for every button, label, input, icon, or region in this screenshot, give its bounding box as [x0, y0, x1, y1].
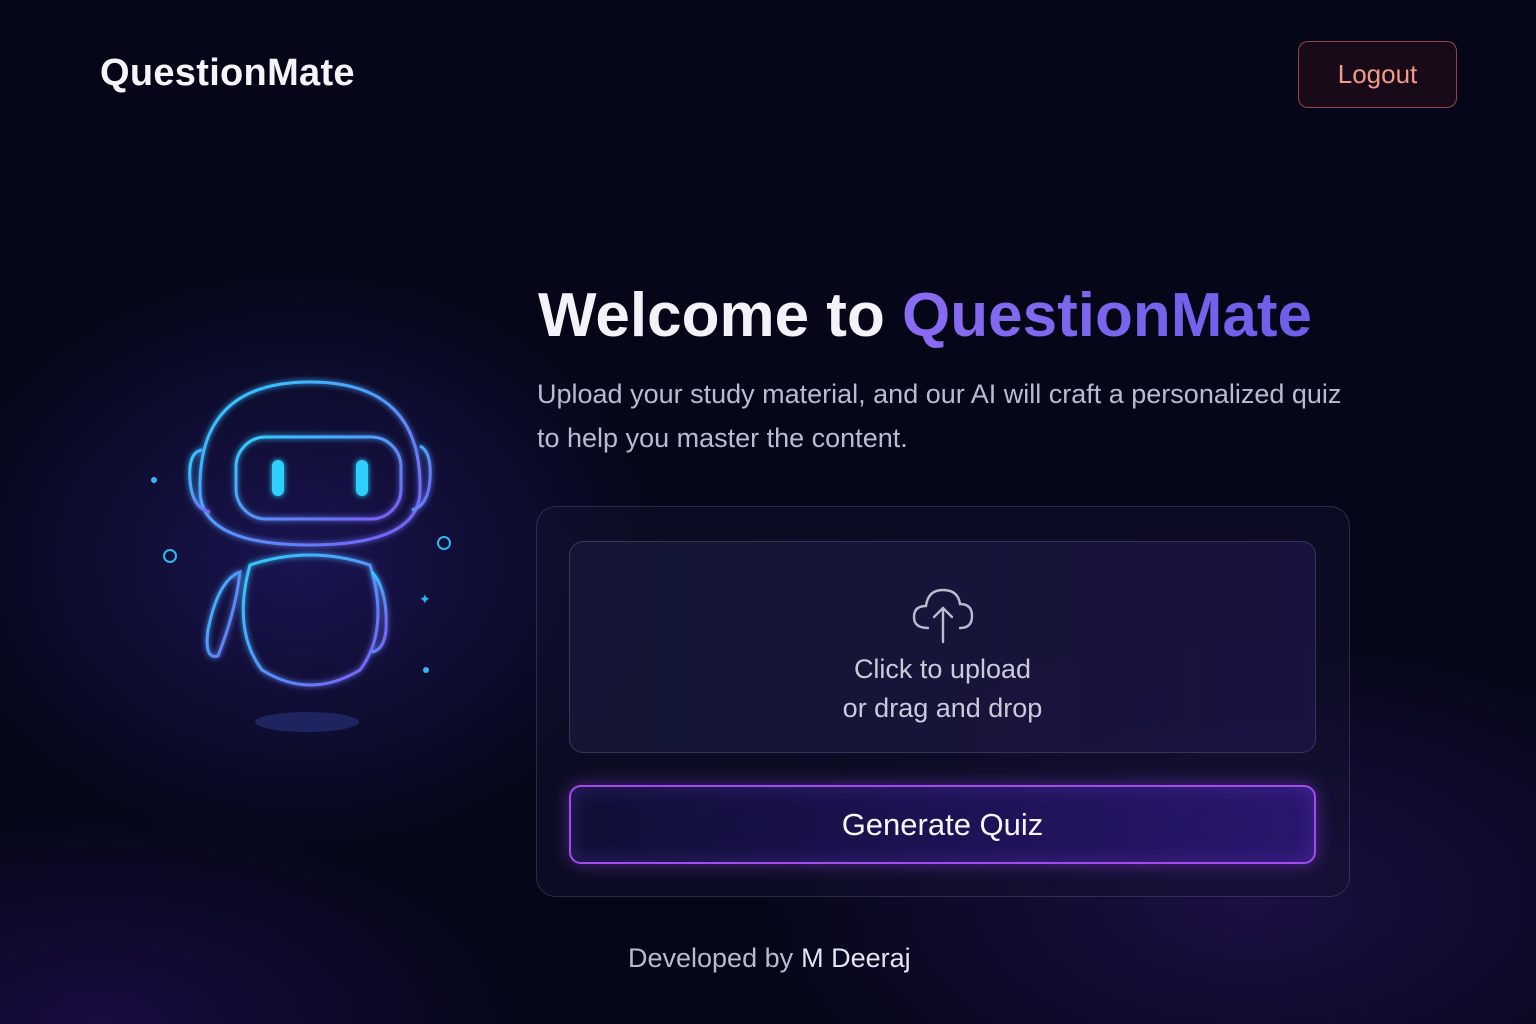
footer-credit: Developed by M Deeraj: [628, 943, 911, 974]
page-subtitle: Upload your study material, and our AI w…: [537, 379, 1342, 453]
title-accent: QuestionMate: [902, 281, 1312, 350]
title-prefix: Welcome to: [538, 281, 903, 350]
footer-prefix: Developed by: [628, 943, 794, 973]
robot-icon: ✦: [151, 380, 451, 732]
svg-text:✦: ✦: [419, 592, 431, 608]
file-dropzone[interactable]: Click to upload or drag and drop: [569, 541, 1316, 753]
brand-logo-text: QuestionMate: [100, 52, 355, 94]
cloud-upload-icon: [912, 588, 973, 644]
logout-button[interactable]: Logout: [1298, 41, 1457, 108]
generate-quiz-button[interactable]: Generate Quiz: [569, 785, 1316, 864]
page: QuestionMate Logout ✦ Welcome to Questio…: [0, 0, 1536, 1024]
upload-instruction: Click to upload: [853, 654, 1032, 684]
drag-drop-instruction: or drag and drop: [842, 693, 1043, 723]
page-title: Welcome to QuestionMate: [538, 280, 1438, 351]
footer-author: M Deeraj: [801, 943, 911, 973]
